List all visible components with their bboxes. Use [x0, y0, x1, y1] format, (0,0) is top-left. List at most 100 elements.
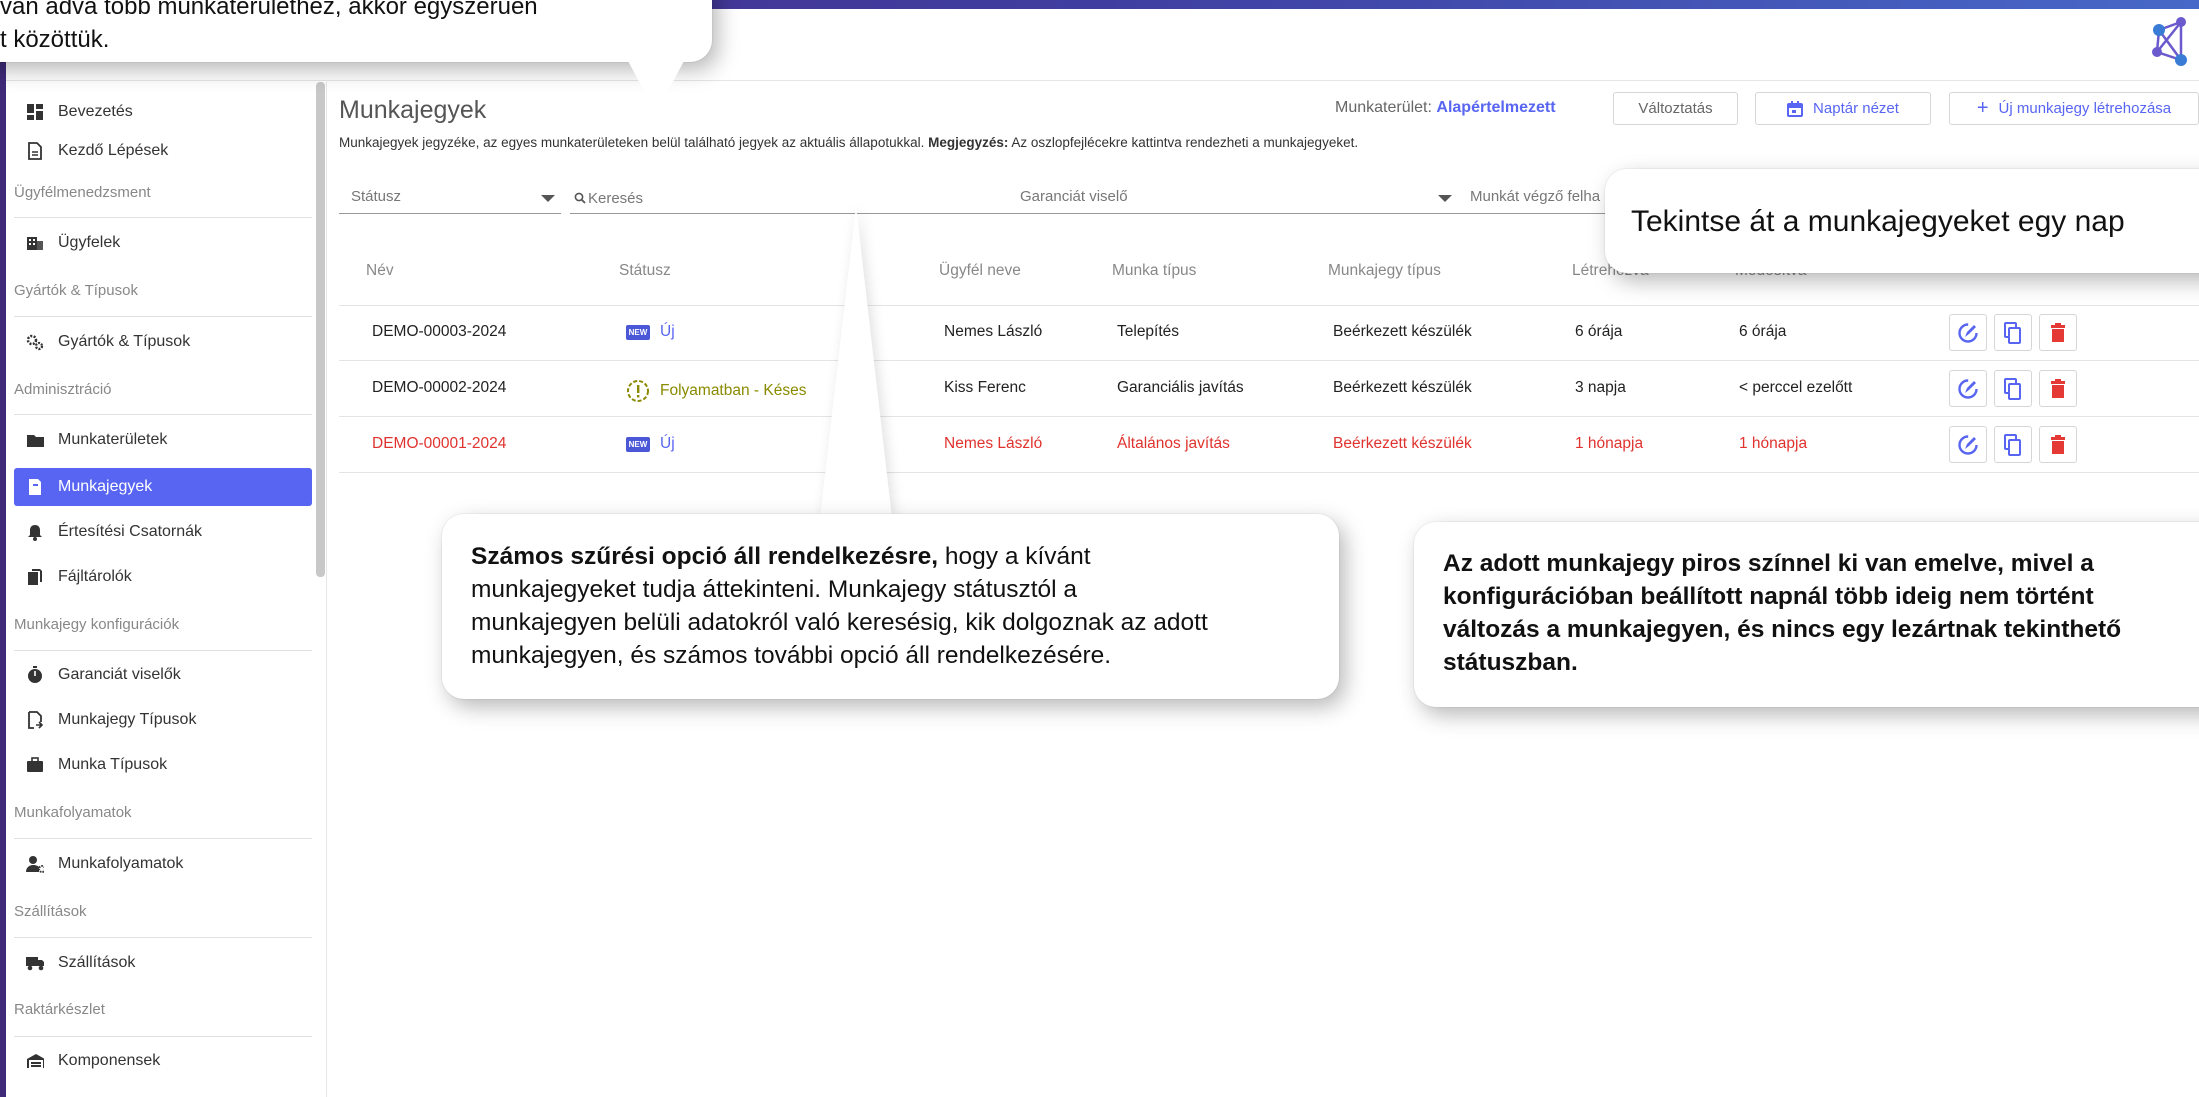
sidebar-item-szallitasok[interactable]: Szállítások	[14, 944, 312, 982]
dropdown-caret-icon	[1438, 195, 1452, 202]
copy-button[interactable]	[1994, 314, 2032, 351]
network-logo-icon[interactable]	[2139, 12, 2199, 68]
red-row-tip-line: változás a munkajegyen, és nincs egy lez…	[1443, 616, 2122, 643]
worker-filter-label: Munkát végző felha	[1470, 188, 1601, 205]
red-row-tip-line: Az adott munkajegy piros színnel ki van …	[1443, 550, 2094, 577]
ticket-status-label: Új	[660, 435, 675, 452]
delete-button[interactable]	[2039, 314, 2077, 351]
status-filter-label: Státusz	[351, 188, 402, 205]
work-type: Általános javítás	[1117, 435, 1230, 452]
ticket-name[interactable]: DEMO-00002-2024	[372, 379, 506, 397]
sidebar-item-gyartok-tipusok[interactable]: Gyártók & Típusok	[14, 323, 312, 361]
table-row[interactable]: DEMO-00003-2024 NEW Új Nemes László Telep…	[339, 305, 2199, 361]
column-header-status[interactable]: Státusz	[619, 262, 671, 280]
ticket-status: NEW Új	[626, 435, 675, 453]
truck-icon	[26, 954, 44, 972]
modified-at: 1 hónapja	[1739, 435, 1808, 452]
sidebar-item-bevezetes[interactable]: Bevezetés	[14, 93, 312, 131]
sidebar-item-label: Fájltárolók	[58, 568, 132, 585]
sidebar-item-kezdo-lepesek[interactable]: Kezdő Lépések	[14, 132, 312, 170]
user-gear-icon	[26, 855, 44, 873]
sidebar-item-label: Ügyfelek	[58, 234, 121, 251]
sidebar-scrollbar[interactable]	[316, 82, 325, 577]
trash-icon	[2051, 434, 2065, 454]
sidebar-item-ugyfelek[interactable]: Ügyfelek	[14, 224, 312, 262]
column-header-client[interactable]: Ügyfél neve	[939, 262, 1021, 280]
sidebar-divider	[14, 937, 312, 938]
red-row-tip-text: Az adott munkajegy piros színnel ki van …	[1443, 547, 2121, 679]
sidebar-item-label: Munka Típusok	[58, 756, 168, 773]
workspace-tip-text: van adva több munkaterülethez, akkor egy…	[0, 0, 538, 56]
worker-filter-select[interactable]: Munkát végző felha	[1458, 184, 1608, 214]
sidebar-item-garanciat-viselok[interactable]: Garanciát viselők	[14, 656, 312, 694]
work-type: Telepítés	[1117, 323, 1180, 340]
sidebar-item-munkajegyek[interactable]: Munkajegyek	[14, 468, 312, 506]
sidebar-item-label: Értesítési Csatornák	[58, 523, 203, 540]
sidebar-item-munka-tipusok[interactable]: Munka Típusok	[14, 746, 312, 784]
search-input[interactable]: Keresés	[570, 184, 1008, 214]
filters-tip-bold: Számos szűrési opció áll rendelkezésre,	[471, 543, 939, 570]
trash-icon	[2051, 378, 2065, 398]
created-at: 3 napja	[1575, 379, 1626, 396]
edit-button[interactable]	[1949, 426, 1987, 463]
edit-icon	[1958, 434, 1978, 455]
workspace-value: Alapértelmezett	[1436, 99, 1556, 116]
ticket-type: Beérkezett készülék	[1333, 435, 1472, 452]
column-header-name[interactable]: Név	[366, 262, 394, 280]
calendar-tip-text: Tekintse át a munkajegyeket egy nap	[1631, 205, 2125, 238]
modified-at: 6 órája	[1739, 323, 1787, 340]
table-row[interactable]: DEMO-00002-2024 Folyamatban - Késes Kiss…	[339, 361, 2199, 417]
sidebar-item-munkateruletek[interactable]: Munkaterületek	[14, 421, 312, 459]
filters-tip-line: Számos szűrési opció áll rendelkezésre, …	[471, 540, 1208, 573]
sidebar-section-munkafolyamatok: Munkafolyamatok	[14, 804, 132, 821]
red-row-tip-tail	[1440, 474, 1492, 526]
warranty-filter-select[interactable]: Garanciát viselő	[1008, 184, 1458, 214]
ticket-type: Beérkezett készülék	[1333, 323, 1472, 340]
edit-icon	[1958, 378, 1978, 399]
sidebar-item-label: Szállítások	[58, 954, 136, 971]
sidebar-divider	[14, 1036, 312, 1037]
calendar-view-button[interactable]: Naptár nézet	[1755, 92, 1931, 125]
red-row-tip-line: konfigurációban beállított napnál több i…	[1443, 583, 2094, 610]
sidebar-item-label: Munkajegy Típusok	[58, 711, 197, 728]
document-icon	[26, 142, 44, 160]
edit-button[interactable]	[1949, 370, 1987, 407]
column-header-ticket-type[interactable]: Munkajegy típus	[1328, 262, 1441, 280]
delete-button[interactable]	[2039, 426, 2077, 463]
page-description-text: Munkajegyek jegyzéke, az egyes munkaterü…	[339, 135, 929, 150]
search-icon	[574, 192, 586, 204]
sidebar-item-komponensek[interactable]: Komponensek	[14, 1042, 312, 1080]
filters-tip-line: munkajegyeket tudja áttekinteni. Munkaje…	[471, 576, 1078, 603]
sidebar-item-munkafolyamatok[interactable]: Munkafolyamatok	[14, 845, 312, 883]
page-description-note: Az oszlopfejlécekre kattintva rendezheti…	[1008, 135, 1359, 150]
sidebar-section-ugyfelmenedzsment: Ügyfélmenedzsment	[14, 184, 151, 201]
new-badge-icon: NEW	[626, 324, 650, 340]
sidebar-divider	[14, 217, 312, 218]
sidebar-item-ertesitesi-csatornak[interactable]: Értesítési Csatornák	[14, 513, 312, 551]
ticket-icon	[26, 478, 44, 496]
sidebar-item-fajltarolok[interactable]: Fájltárolók	[14, 558, 312, 596]
sidebar-section-adminisztracio: Adminisztráció	[14, 381, 112, 398]
new-ticket-button[interactable]: + Új munkajegy létrehozása	[1949, 92, 2199, 125]
delete-button[interactable]	[2039, 370, 2077, 407]
change-workspace-button[interactable]: Változtatás	[1613, 92, 1738, 125]
edit-button[interactable]	[1949, 314, 1987, 351]
page-title: Munkajegyek	[339, 96, 487, 124]
copy-button[interactable]	[1994, 370, 2032, 407]
new-ticket-label: Új munkajegy létrehozása	[1998, 100, 2172, 117]
ticket-name[interactable]: DEMO-00001-2024	[372, 435, 506, 453]
table-row[interactable]: DEMO-00001-2024 NEW Új Nemes László Által…	[339, 417, 2199, 473]
sidebar-divider	[14, 838, 312, 839]
column-header-work-type[interactable]: Munka típus	[1112, 262, 1196, 280]
sidebar-section-munkajegy-konfiguraciok: Munkajegy konfigurációk	[14, 616, 180, 633]
ticket-type: Beérkezett készülék	[1333, 379, 1472, 396]
sidebar-item-munkajegy-tipusok[interactable]: Munkajegy Típusok	[14, 701, 312, 739]
ticket-name[interactable]: DEMO-00003-2024	[372, 323, 506, 341]
warehouse-icon	[26, 1052, 44, 1070]
plus-icon: +	[1976, 97, 1989, 119]
copy-button[interactable]	[1994, 426, 2032, 463]
edit-icon	[1958, 322, 1978, 343]
sidebar-section-szallitasok: Szállítások	[14, 903, 87, 920]
filters-tip-rest: hogy a kívánt	[938, 543, 1091, 570]
status-filter-select[interactable]: Státusz	[339, 184, 561, 214]
